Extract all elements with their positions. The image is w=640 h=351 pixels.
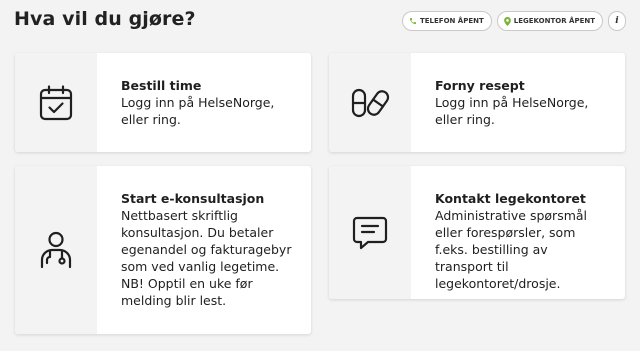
calendar-check-icon (39, 84, 73, 120)
card-title: Start e-konsultasjon (121, 191, 265, 206)
office-status-badge[interactable]: LEGEKONTOR ÅPENT (496, 11, 603, 31)
card-contact-office[interactable]: Kontakt legekontoret Administrative spør… (329, 166, 625, 299)
card-title: Forny resept (435, 78, 525, 93)
page-title: Hva vil du gjøre? (14, 8, 196, 30)
phone-icon (409, 17, 417, 25)
card-title: Bestill time (121, 78, 202, 93)
card-icon-area (15, 53, 97, 152)
card-text: Nettbasert skriftlig konsultasjon. Du be… (121, 208, 292, 308)
card-book-appointment[interactable]: Bestill time Logg inn på HelseNorge, ell… (15, 53, 311, 152)
card-text: Administrative spørsmål eller forespørsl… (435, 208, 588, 291)
message-icon (352, 216, 388, 249)
card-text: Logg inn på HelseNorge, eller ring. (121, 95, 275, 127)
card-text: Logg inn på HelseNorge, eller ring. (435, 95, 589, 127)
card-title: Kontakt legekontoret (435, 191, 586, 206)
card-icon-area (15, 166, 97, 334)
office-status-label: LEGEKONTOR ÅPENT (513, 17, 595, 25)
doctor-icon (40, 231, 72, 269)
pills-icon (351, 88, 390, 117)
card-icon-area (329, 166, 411, 299)
card-start-e-consultation[interactable]: Start e-konsultasjon Nettbasert skriftli… (15, 166, 311, 334)
location-pin-icon (503, 16, 511, 26)
card-renew-prescription[interactable]: Forny resept Logg inn på HelseNorge, ell… (329, 53, 625, 152)
status-badges: TELEFON ÅPENT LEGEKONTOR ÅPENT i (401, 11, 626, 31)
phone-status-label: TELEFON ÅPENT (419, 17, 484, 25)
card-icon-area (329, 53, 411, 152)
info-button[interactable]: i (608, 11, 626, 31)
phone-status-badge[interactable]: TELEFON ÅPENT (401, 11, 492, 31)
info-icon: i (615, 16, 619, 26)
